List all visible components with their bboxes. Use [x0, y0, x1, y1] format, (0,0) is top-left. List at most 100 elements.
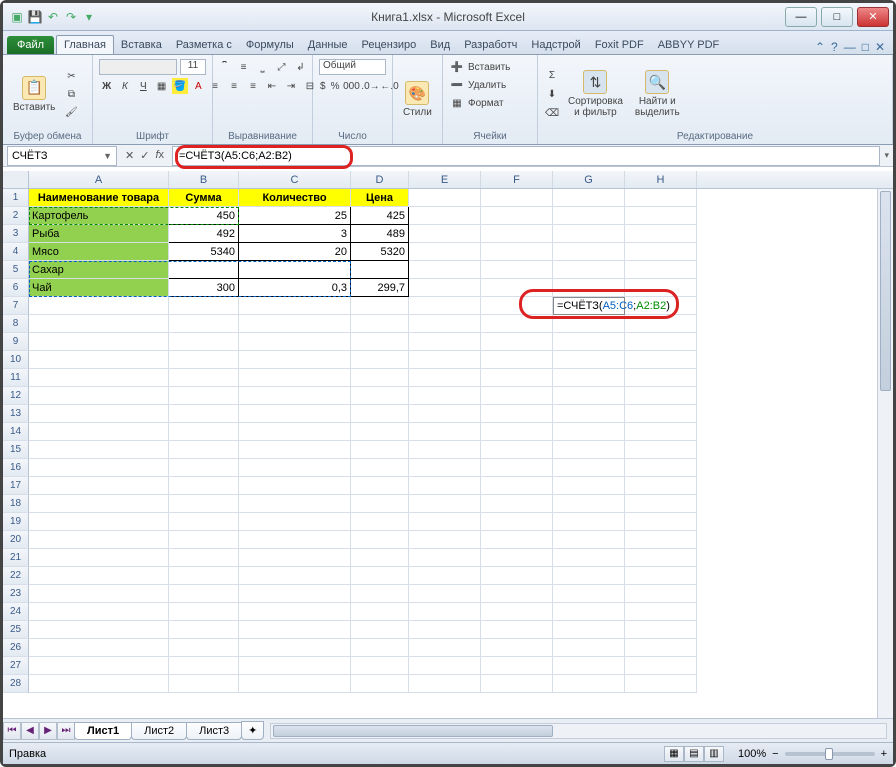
row-head[interactable]: 13 — [3, 405, 29, 423]
cell[interactable] — [351, 621, 409, 639]
cell[interactable] — [553, 315, 625, 333]
align-right-icon[interactable]: ≡ — [245, 78, 261, 94]
cell[interactable] — [29, 369, 169, 387]
tab-foxit[interactable]: Foxit PDF — [588, 36, 651, 54]
cell[interactable] — [351, 639, 409, 657]
cell[interactable] — [29, 315, 169, 333]
cell[interactable]: 0,3 — [239, 279, 351, 297]
mdi-minimize-icon[interactable]: — — [844, 40, 856, 54]
cell[interactable] — [169, 351, 239, 369]
cell[interactable]: Количество — [239, 189, 351, 207]
cell[interactable] — [29, 567, 169, 585]
cell[interactable]: 492 — [169, 225, 239, 243]
cell[interactable] — [351, 567, 409, 585]
cell[interactable] — [409, 297, 481, 315]
align-middle-icon[interactable]: ≡ — [236, 59, 252, 75]
row-head[interactable]: 18 — [3, 495, 29, 513]
cell[interactable] — [409, 567, 481, 585]
cell[interactable] — [481, 261, 553, 279]
cell[interactable]: 450 — [169, 207, 239, 225]
cell[interactable] — [553, 603, 625, 621]
tab-formulas[interactable]: Формулы — [239, 36, 301, 54]
cell[interactable] — [351, 333, 409, 351]
minimize-ribbon-icon[interactable]: ⌃ — [815, 40, 825, 54]
cell[interactable] — [169, 513, 239, 531]
page-layout-view-icon[interactable]: ▤ — [684, 746, 704, 762]
cell[interactable] — [481, 657, 553, 675]
vertical-scrollbar[interactable] — [877, 189, 893, 718]
cell[interactable] — [239, 477, 351, 495]
name-box[interactable]: СЧЁТЗ ▼ — [7, 146, 117, 166]
cell[interactable] — [553, 459, 625, 477]
cell[interactable] — [553, 567, 625, 585]
cell[interactable] — [169, 495, 239, 513]
cell[interactable] — [239, 333, 351, 351]
name-box-dropdown-icon[interactable]: ▼ — [103, 151, 112, 161]
number-format-combo[interactable]: Общий — [319, 59, 386, 75]
cell[interactable]: 299,7 — [351, 279, 409, 297]
cell[interactable] — [409, 207, 481, 225]
cell[interactable] — [625, 261, 697, 279]
cell[interactable] — [409, 279, 481, 297]
decrease-indent-icon[interactable]: ⇤ — [264, 78, 280, 94]
cell[interactable] — [481, 459, 553, 477]
cell[interactable] — [29, 477, 169, 495]
cell[interactable] — [481, 531, 553, 549]
cell[interactable] — [351, 351, 409, 369]
cell[interactable] — [169, 549, 239, 567]
cell[interactable] — [409, 423, 481, 441]
row-head[interactable]: 22 — [3, 567, 29, 585]
cell[interactable]: Чай — [29, 279, 169, 297]
cell[interactable] — [481, 189, 553, 207]
cell[interactable] — [409, 531, 481, 549]
format-label[interactable]: Формат — [468, 98, 504, 109]
cells-area[interactable]: 1 Наименование товара Сумма Количество Ц… — [3, 189, 877, 718]
cell[interactable] — [625, 369, 697, 387]
format-cells-icon[interactable]: ▦ — [449, 95, 465, 111]
styles-button[interactable]: 🎨 Стили — [399, 79, 436, 120]
italic-icon[interactable]: К — [117, 78, 132, 94]
row-head[interactable]: 7 — [3, 297, 29, 315]
row-head[interactable]: 10 — [3, 351, 29, 369]
insert-label[interactable]: Вставить — [468, 62, 510, 73]
mdi-restore-icon[interactable]: □ — [862, 40, 869, 54]
cell[interactable] — [553, 531, 625, 549]
cell[interactable] — [169, 585, 239, 603]
row-head[interactable]: 19 — [3, 513, 29, 531]
cell[interactable] — [553, 639, 625, 657]
cell[interactable] — [169, 675, 239, 693]
cell[interactable] — [351, 477, 409, 495]
cell[interactable] — [29, 405, 169, 423]
cell[interactable]: 20 — [239, 243, 351, 261]
cell[interactable] — [239, 513, 351, 531]
cell[interactable] — [169, 315, 239, 333]
cell[interactable] — [625, 387, 697, 405]
cell[interactable] — [239, 495, 351, 513]
cell[interactable] — [409, 189, 481, 207]
minimize-button[interactable]: — — [785, 7, 817, 27]
col-head-A[interactable]: A — [29, 171, 169, 188]
cell[interactable]: 425 — [351, 207, 409, 225]
cell[interactable] — [29, 675, 169, 693]
cell[interactable] — [239, 423, 351, 441]
page-break-view-icon[interactable]: ▥ — [704, 746, 724, 762]
format-painter-icon[interactable]: 🖌 — [63, 104, 79, 120]
cell[interactable] — [625, 549, 697, 567]
col-head-C[interactable]: C — [239, 171, 351, 188]
fill-color-icon[interactable]: 🪣 — [172, 78, 187, 94]
fx-icon[interactable]: fx — [155, 149, 164, 162]
row-head[interactable]: 14 — [3, 423, 29, 441]
cell[interactable] — [409, 459, 481, 477]
tab-abbyy[interactable]: ABBYY PDF — [651, 36, 727, 54]
row-head[interactable]: 12 — [3, 387, 29, 405]
cell[interactable] — [481, 567, 553, 585]
cell[interactable]: Мясо — [29, 243, 169, 261]
cell[interactable] — [553, 657, 625, 675]
cell[interactable] — [553, 279, 625, 297]
cell[interactable] — [625, 495, 697, 513]
cell[interactable] — [351, 585, 409, 603]
row-head[interactable]: 1 — [3, 189, 29, 207]
cell[interactable] — [239, 621, 351, 639]
cell[interactable] — [351, 315, 409, 333]
row-head[interactable]: 25 — [3, 621, 29, 639]
